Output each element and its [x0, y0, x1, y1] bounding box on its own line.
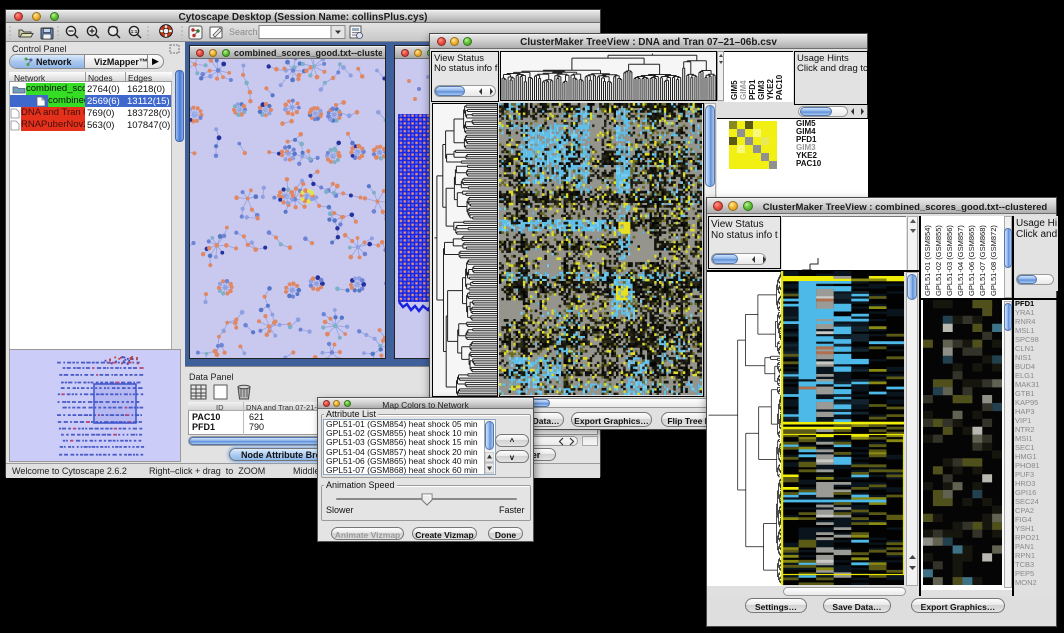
svg-text:GIM5: GIM5: [730, 80, 739, 100]
svg-text:GPL51-01 (GSM854): GPL51-01 (GSM854): [923, 225, 932, 296]
svg-text:GPL51-04 (GSM857): GPL51-04 (GSM857): [956, 225, 965, 296]
svg-text:GPL51-06 (GSM865): GPL51-06 (GSM865): [967, 225, 976, 296]
svg-text:GPL51-07 (GSM868): GPL51-07 (GSM868): [978, 225, 987, 296]
svg-text:GPL51-02 (GSM855): GPL51-02 (GSM855): [934, 225, 943, 296]
svg-text:GPL51-03 (GSM856): GPL51-03 (GSM856): [945, 225, 954, 296]
svg-text:1:1: 1:1: [131, 29, 138, 34]
svg-text:PFD1: PFD1: [748, 79, 757, 100]
svg-text:PAC10: PAC10: [775, 74, 784, 100]
svg-text:GIM3: GIM3: [757, 80, 766, 100]
svg-text:GPL51-08 (GSM872): GPL51-08 (GSM872): [989, 225, 998, 296]
svg-text:GIM4: GIM4: [739, 80, 748, 100]
svg-text:YKE2: YKE2: [766, 79, 775, 100]
svg-text:Search:: Search:: [229, 27, 260, 37]
